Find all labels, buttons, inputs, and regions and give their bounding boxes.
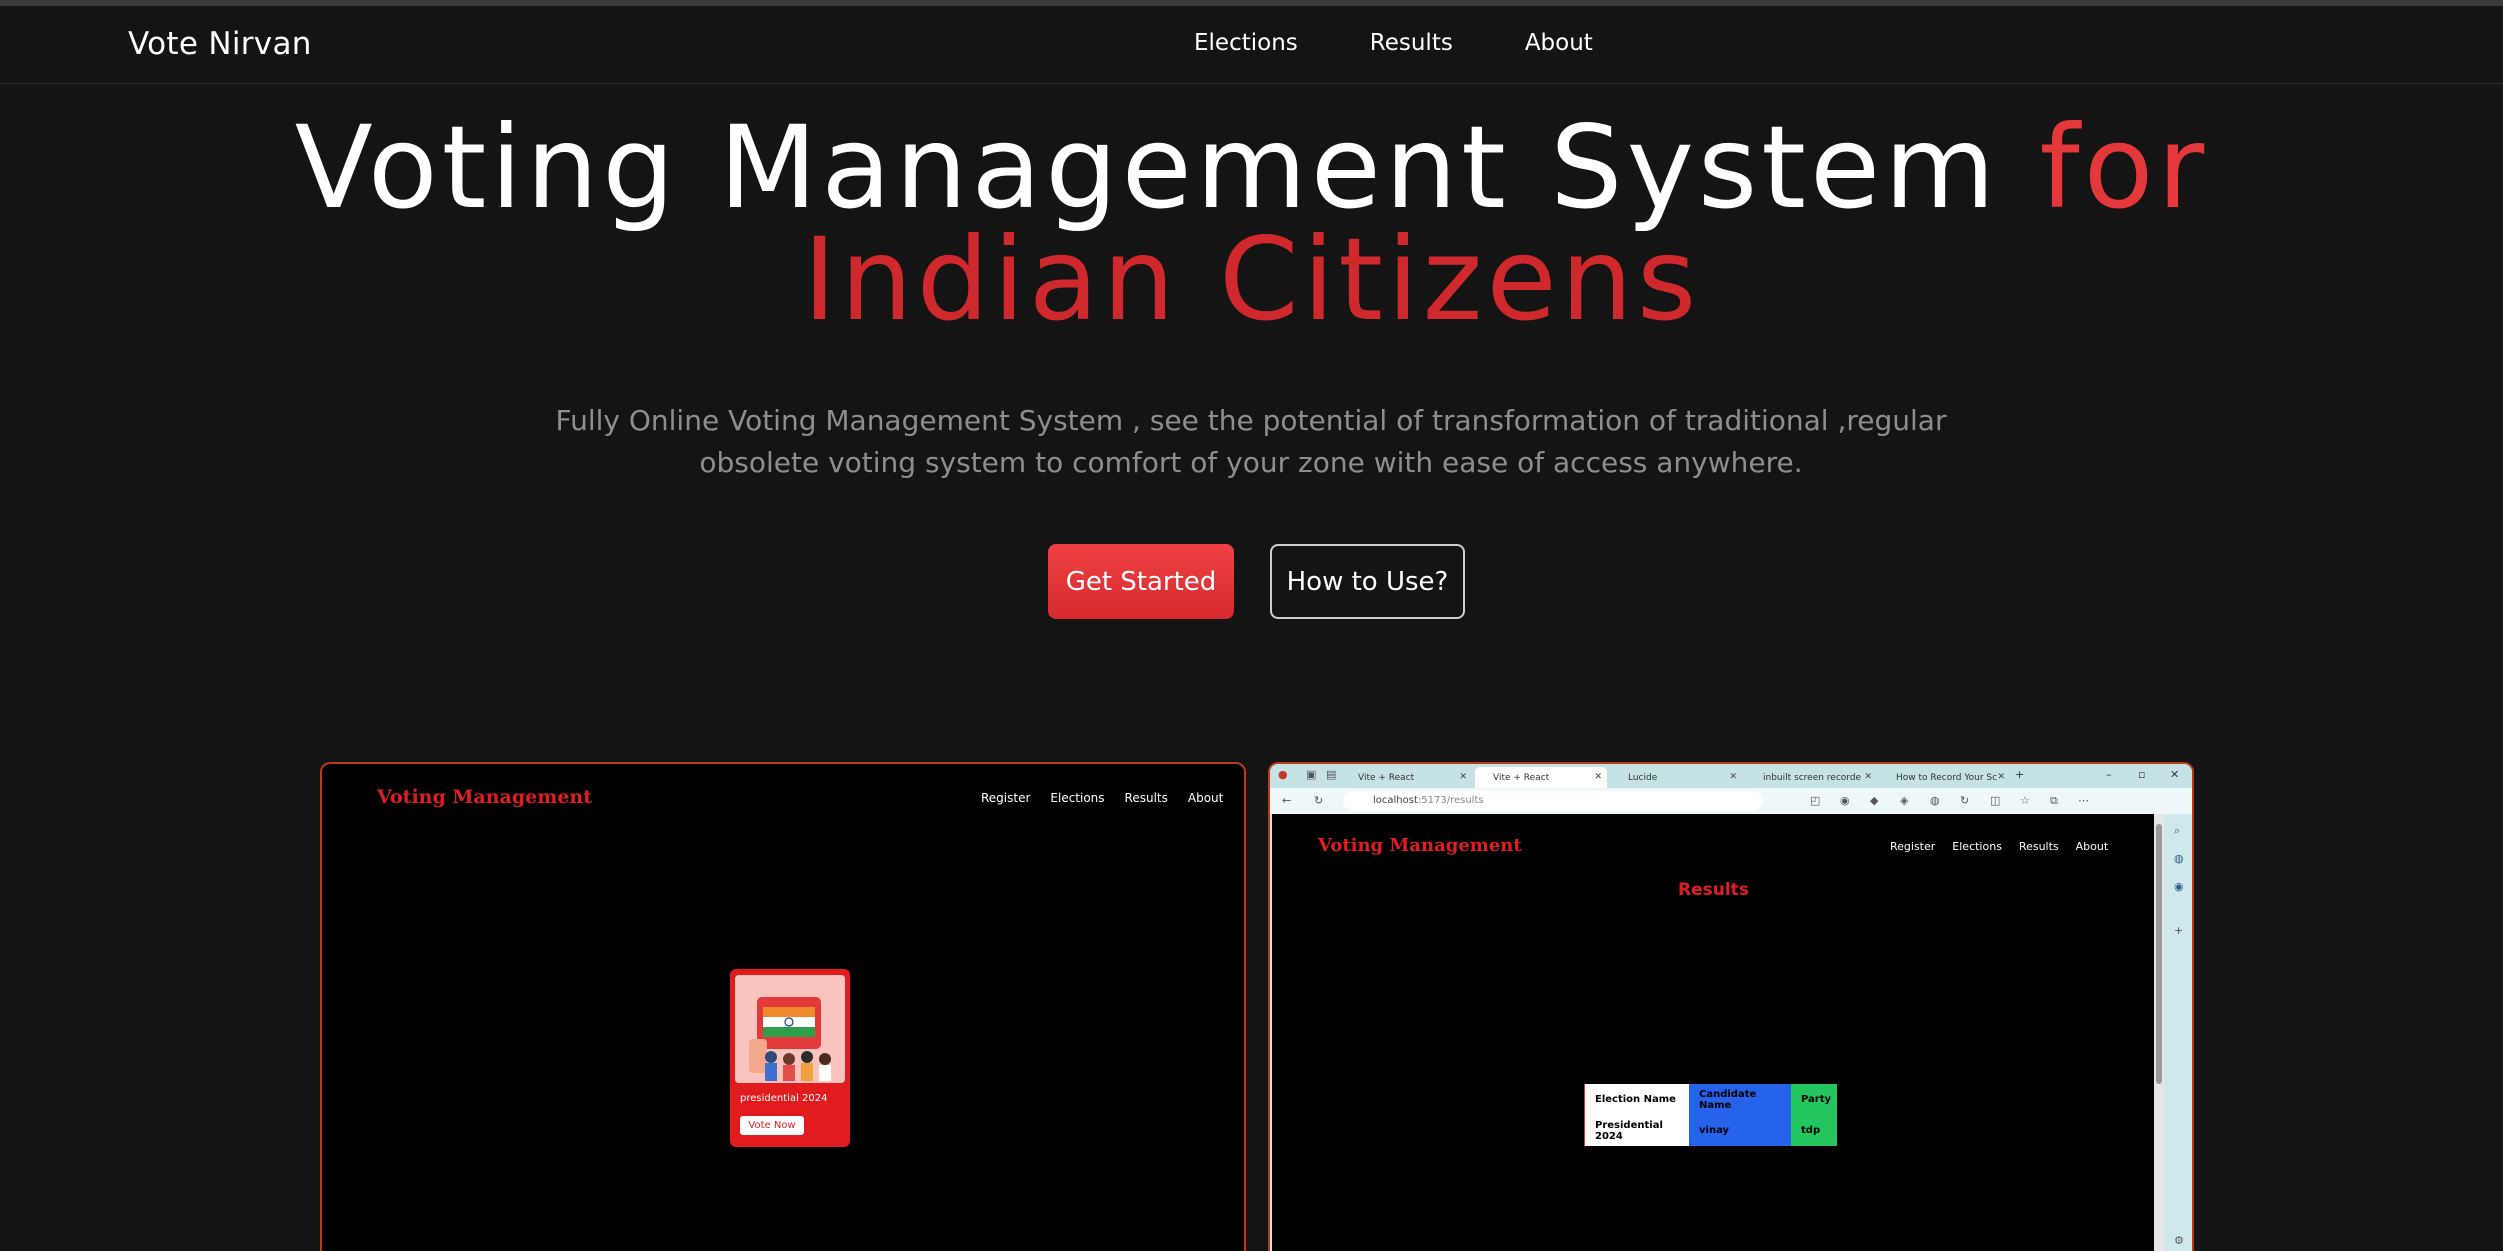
preview-left-nav-about: About bbox=[1187, 791, 1224, 805]
results-heading: Results bbox=[1678, 880, 1749, 900]
browser-tab-1: Vite + React ✕ bbox=[1358, 772, 1467, 783]
preview-right-nav-register: Register bbox=[1890, 840, 1936, 853]
collections-icon: ⧉ bbox=[2050, 794, 2058, 807]
table-cell-candidate: vinay bbox=[1689, 1115, 1791, 1146]
sidebar-search-icon: ⌕ bbox=[2174, 824, 2181, 837]
extension-icon-2: ◉ bbox=[1840, 794, 1850, 807]
browser-tab-5-label: How to Record Your Sc bbox=[1896, 772, 1998, 783]
get-started-button[interactable]: Get Started bbox=[1048, 544, 1234, 619]
hero-title-red-for: for bbox=[2039, 101, 2209, 234]
profile-icon: ● bbox=[1278, 768, 1288, 781]
top-navbar: Vote Nirvan Elections Results About bbox=[0, 6, 2503, 84]
workspaces-icon: ▣ bbox=[1306, 768, 1317, 781]
browser-tab-4: inbuilt screen recorde ✕ bbox=[1763, 772, 1872, 783]
preview-right-nav-about: About bbox=[2075, 840, 2109, 853]
election-card: presidential 2024 Vote Now bbox=[730, 969, 850, 1147]
nav-link-elections[interactable]: Elections bbox=[1194, 30, 1298, 56]
sidebar-shopping-icon: ◍ bbox=[2174, 852, 2184, 865]
browser-scrollbar bbox=[2154, 814, 2164, 1251]
preview-left-logo: Voting Management bbox=[377, 786, 593, 808]
preview-right-nav-elections: Elections bbox=[1952, 840, 2002, 853]
preview-results-screenshot: ● ▣ ▤ Vite + React ✕ Vite + React ✕ Lucide… bbox=[1268, 762, 2194, 1251]
extension-icon-3: ◆ bbox=[1870, 794, 1879, 807]
browser-tab-4-label: inbuilt screen recorde bbox=[1763, 772, 1862, 783]
table-cell-party: tdp bbox=[1791, 1115, 1837, 1146]
election-card-label: presidential 2024 bbox=[740, 1093, 828, 1104]
back-icon: ← bbox=[1282, 794, 1292, 807]
preview-right-logo: Voting Management bbox=[1318, 835, 1522, 856]
favorites-icon: ☆ bbox=[2020, 794, 2030, 807]
browser-tab-strip: ● ▣ ▤ Vite + React ✕ Vite + React ✕ Lucide… bbox=[1270, 764, 2192, 788]
url-field: localhost:5173/results bbox=[1343, 791, 1763, 811]
vote-now-button: Vote Now bbox=[740, 1116, 804, 1135]
hero-title-red-citizens: Indian Citizens bbox=[802, 213, 1701, 346]
how-to-use-button[interactable]: How to Use? bbox=[1270, 544, 1465, 619]
hero-title: Voting Management System for Indian Citi… bbox=[0, 111, 2503, 337]
browser-address-bar: ← ↻ localhost:5173/results ◰ ◉ ◆ ◈ ◍ ↻ ◫… bbox=[1270, 788, 2192, 814]
maximize-icon: ▫ bbox=[2138, 768, 2146, 781]
preview-right-nav-results: Results bbox=[2018, 840, 2059, 853]
new-tab-icon: + bbox=[2015, 768, 2025, 781]
nav-link-results[interactable]: Results bbox=[1370, 30, 1453, 56]
hero-description: Fully Online Voting Management System , … bbox=[555, 404, 1947, 479]
nav-link-about[interactable]: About bbox=[1525, 30, 1593, 56]
browser-tab-3: Lucide ✕ bbox=[1628, 772, 1737, 783]
minimize-icon: – bbox=[2106, 768, 2112, 781]
close-icon: ✕ bbox=[2170, 768, 2180, 781]
table-header-candidate: Candidate Name bbox=[1689, 1084, 1791, 1115]
extension-icon-4: ◈ bbox=[1900, 794, 1909, 807]
split-screen-icon: ◫ bbox=[1990, 794, 2001, 807]
refresh-icon: ↻ bbox=[1314, 794, 1324, 807]
url-host: localhost bbox=[1373, 795, 1418, 806]
browser-tab-1-label: Vite + React bbox=[1358, 772, 1415, 783]
sidebar-add-icon: + bbox=[2174, 924, 2184, 937]
extension-icon-1: ◰ bbox=[1810, 794, 1821, 807]
main-nav: Elections Results About bbox=[1194, 30, 1593, 56]
sidebar-outlook-icon: ◉ bbox=[2174, 880, 2184, 893]
table-header-party: Party bbox=[1791, 1084, 1837, 1115]
browser-sidebar: ⌕ ◍ ◉ + ⚙ bbox=[2164, 814, 2192, 1251]
preview-elections-screenshot: Voting Management Register Elections Res… bbox=[320, 762, 1246, 1251]
brand-logo[interactable]: Vote Nirvan bbox=[128, 26, 312, 62]
browser-tab-5: How to Record Your Sc ✕ bbox=[1896, 772, 2005, 783]
table-header-election: Election Name bbox=[1584, 1084, 1689, 1115]
preview-left-nav-elections: Elections bbox=[1050, 791, 1105, 805]
browser-tab-2: Vite + React ✕ bbox=[1475, 767, 1607, 788]
preview-left-nav-results: Results bbox=[1124, 791, 1168, 805]
table-cell-election: Presidential 2024 bbox=[1584, 1115, 1689, 1146]
preview-left-nav: Register Elections Results About bbox=[981, 791, 1223, 805]
preview-left-nav-register: Register bbox=[981, 791, 1031, 805]
browser-tab-2-label: Vite + React bbox=[1493, 772, 1550, 783]
extension-icon-5: ◍ bbox=[1930, 794, 1940, 807]
sidebar-settings-icon: ⚙ bbox=[2174, 1234, 2184, 1247]
browser-viewport: Voting Management Register Elections Res… bbox=[1272, 814, 2154, 1251]
url-path: :5173/results bbox=[1417, 795, 1484, 806]
browser-tab-3-label: Lucide bbox=[1628, 772, 1658, 783]
scroll-thumb bbox=[2156, 824, 2162, 1084]
preview-right-nav: Register Elections Results About bbox=[1890, 840, 2108, 853]
extension-icon-6: ↻ bbox=[1960, 794, 1970, 807]
browser-menu-icon: ⋯ bbox=[2078, 794, 2089, 807]
results-table: Election Name Candidate Name Party Presi… bbox=[1584, 1084, 1837, 1146]
tab-actions-icon: ▤ bbox=[1326, 768, 1337, 781]
election-card-illustration bbox=[735, 975, 845, 1083]
